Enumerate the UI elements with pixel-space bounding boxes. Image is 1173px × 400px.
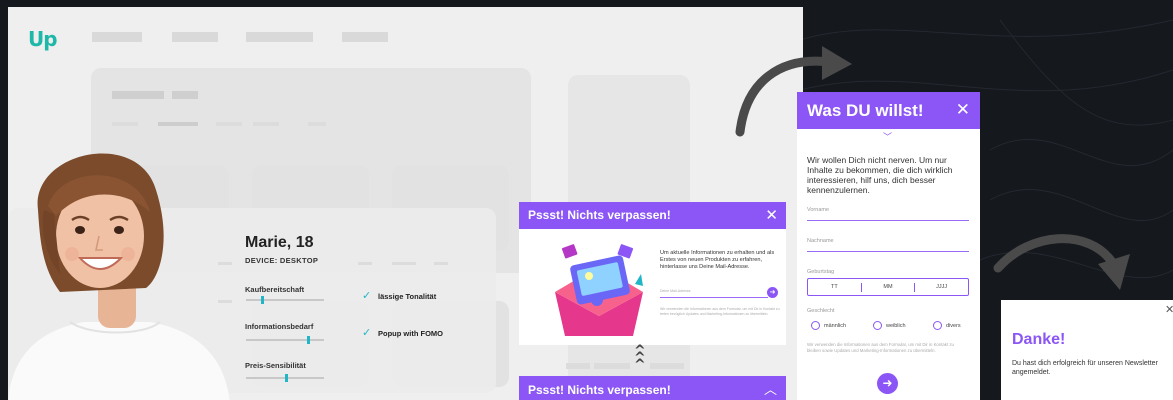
showcase-stage: Up Marie, 18 DEVICE: DESKTOP Kaufbereits… [0,0,1173,400]
gender-label: Geschlecht [807,308,835,314]
thanks-title: Danke! [1012,331,1066,348]
form-fineprint: Wir verwenden die Informationen aus dem … [807,342,954,353]
last-name-field[interactable]: Nachname [807,238,969,252]
year-field[interactable]: JJJJ [915,284,968,290]
thanks-message: Du hast dich erfolgreich für unseren New… [1012,360,1158,376]
birthday-label: Geburtstag [807,269,835,275]
form-intro: Wir wollen Dich nicht nerven. Um nur Inh… [807,155,953,195]
radio-icon [873,321,882,330]
radio-label: weiblich [886,322,906,329]
form-header: Was DU willst! ✕ [797,92,980,129]
close-icon[interactable]: ✕ [956,100,970,120]
first-name-field[interactable]: Vorname [807,207,969,221]
preference-form-popup: Was DU willst! ✕ ﹀ Wir wollen Dich nicht… [797,92,980,400]
form-title: Was DU willst! [807,101,924,120]
radio-label: divers [946,322,961,329]
month-field[interactable]: MM [862,284,915,290]
day-field[interactable]: TT [808,284,861,290]
radio-label: männlich [824,322,847,329]
radio-female[interactable]: weiblich [873,321,906,330]
thanks-popup: ✕ Danke! Du hast dich erfolgreich für un… [1001,300,1173,400]
flow-arrows [735,46,1130,290]
radio-icon [811,321,820,330]
close-icon[interactable]: ✕ [1165,303,1173,316]
chevron-down-icon: ﹀ [883,133,893,143]
radio-diverse[interactable]: divers [933,321,961,330]
radio-icon [933,321,942,330]
arrow-right-icon[interactable]: ➜ [877,373,898,394]
birthday-input[interactable]: TT MM JJJJ [807,278,969,296]
radio-male[interactable]: männlich [811,321,846,330]
